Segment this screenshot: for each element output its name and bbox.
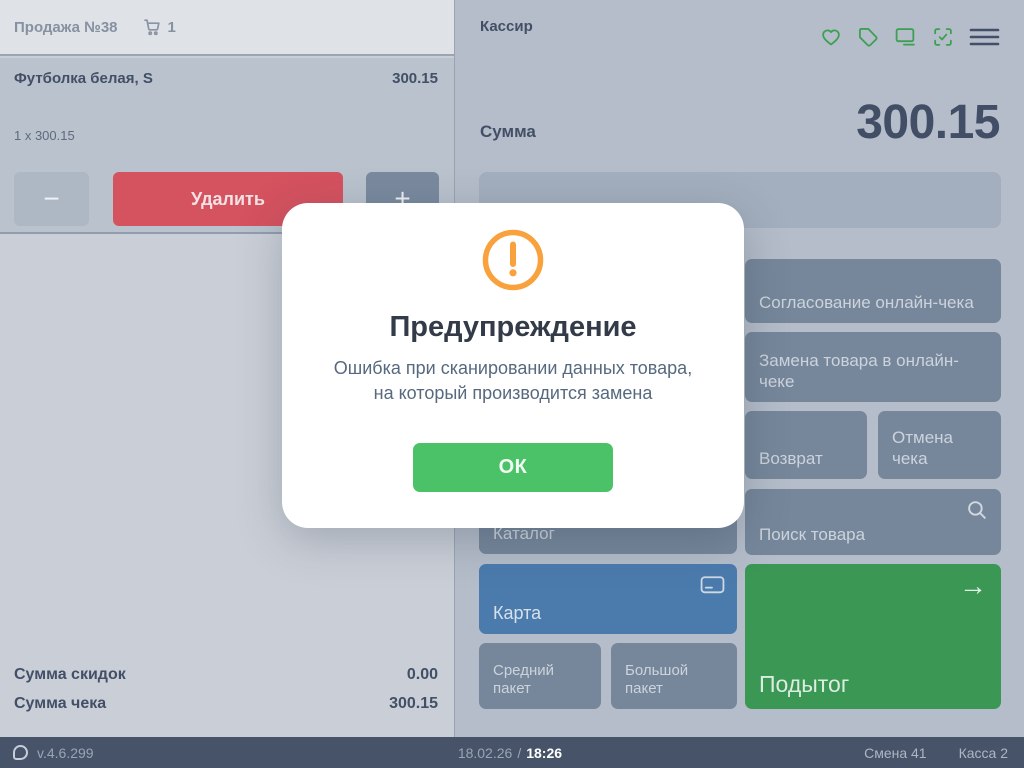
- heart-icon: [820, 26, 842, 48]
- warning-dialog: Предупреждение Ошибка при сканировании д…: [282, 203, 744, 528]
- status-datetime: 18.02.26 / 18:26: [458, 745, 562, 761]
- dialog-message-line1: Ошибка при сканировании данных товара,: [282, 356, 744, 381]
- subtotal-label: Подытог: [759, 670, 849, 699]
- quick-icons: [820, 26, 1000, 48]
- card-button-label: Карта: [493, 602, 541, 625]
- item-price: 300.15: [392, 70, 438, 87]
- display-icon: [894, 26, 917, 48]
- status-date: 18.02.26: [458, 745, 513, 761]
- sum-value: 300.15: [856, 95, 1000, 150]
- dialog-message: Ошибка при сканировании данных товара, н…: [282, 356, 744, 406]
- status-right: Смена 41 Касса 2: [864, 745, 1024, 761]
- receipt-total-row: Сумма чека 300.15: [14, 695, 438, 713]
- sale-title: Продажа №38: [14, 19, 118, 36]
- register-label: Касса 2: [959, 745, 1008, 761]
- card-icon: [700, 574, 725, 595]
- display-button[interactable]: [894, 26, 917, 48]
- status-left: v.4.6.299: [0, 745, 94, 761]
- receipt-total-label: Сумма чека: [14, 695, 106, 713]
- warning-icon: [282, 227, 744, 293]
- search-icon: [966, 499, 989, 522]
- favorites-button[interactable]: [820, 26, 842, 48]
- scan-check-icon: [932, 26, 954, 48]
- menu-button[interactable]: [969, 26, 1000, 48]
- cart-count: 1: [168, 19, 176, 36]
- subtotal-button[interactable]: Подытог →: [745, 564, 1001, 709]
- sale-header: Продажа №38 1: [0, 0, 454, 56]
- cashier-label: Кассир: [480, 18, 533, 35]
- logo-mark: [13, 745, 28, 760]
- status-time: 18:26: [526, 745, 562, 761]
- menu-icon: [969, 26, 1000, 48]
- shift-label: Смена 41: [864, 745, 927, 761]
- discount-total-row: Сумма скидок 0.00: [14, 666, 438, 684]
- pos-app: Продажа №38 1 Футболка белая, S 300.15 1…: [0, 0, 1024, 768]
- minus-icon: −: [43, 185, 59, 213]
- cart-icon: [142, 17, 162, 37]
- big-bag-button[interactable]: Большой пакет: [611, 643, 737, 709]
- cart-indicator: 1: [142, 17, 176, 37]
- discount-label: Сумма скидок: [14, 666, 126, 684]
- item-name: Футболка белая, S: [14, 70, 153, 87]
- medium-bag-button[interactable]: Средний пакет: [479, 643, 601, 709]
- cancel-receipt-button[interactable]: Отмена чека: [878, 411, 1001, 479]
- search-product-button[interactable]: Поиск товара: [745, 489, 1001, 555]
- dialog-message-line2: на который производится замена: [282, 381, 744, 406]
- decrease-qty-button[interactable]: −: [14, 172, 89, 226]
- scan-button[interactable]: [932, 26, 954, 48]
- card-payment-button[interactable]: Карта: [479, 564, 737, 634]
- item-qty-line: 1 x 300.15: [14, 128, 75, 143]
- receipt-total-value: 300.15: [389, 695, 438, 713]
- app-version: v.4.6.299: [37, 745, 94, 761]
- discounts-button[interactable]: [857, 26, 879, 48]
- refund-button[interactable]: Возврат: [745, 411, 867, 479]
- sum-label: Сумма: [480, 122, 536, 142]
- arrow-right-icon: →: [959, 568, 987, 603]
- approve-online-receipt-button[interactable]: Согласование онлайн-чека: [745, 259, 1001, 323]
- discount-value: 0.00: [407, 666, 438, 684]
- status-separator: /: [517, 745, 521, 761]
- replace-item-online-receipt-button[interactable]: Замена товара в онлайн-чеке: [745, 332, 1001, 402]
- dialog-title: Предупреждение: [282, 311, 744, 344]
- status-bar: v.4.6.299 18.02.26 / 18:26 Смена 41 Касс…: [0, 737, 1024, 768]
- ok-button[interactable]: ОК: [413, 443, 613, 492]
- tag-icon: [857, 26, 879, 48]
- search-product-label: Поиск товара: [759, 524, 865, 545]
